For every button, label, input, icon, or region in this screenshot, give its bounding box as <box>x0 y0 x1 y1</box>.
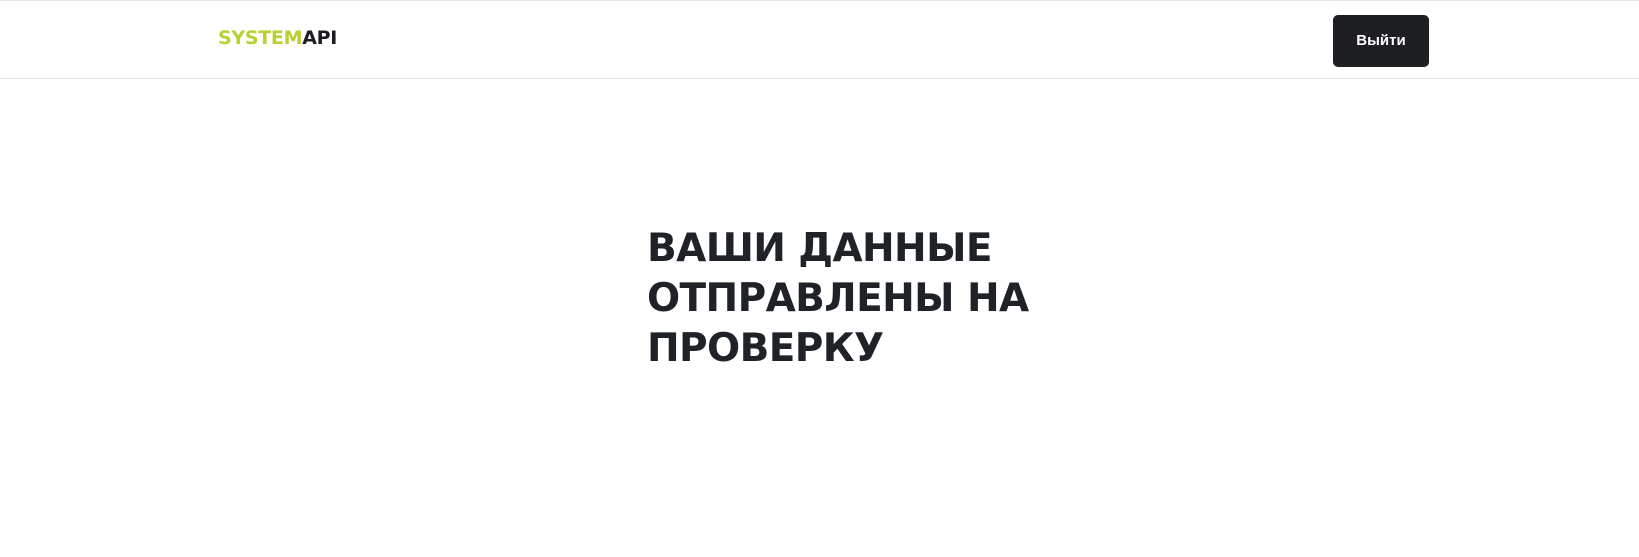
page-title: ВАШИ ДАННЫЕ ОТПРАВЛЕНЫ НА ПРОВЕРКУ <box>647 224 1047 374</box>
logout-button[interactable]: Выйти <box>1333 15 1429 67</box>
page-title-line-2: ОТПРАВЛЕНЫ НА <box>647 276 1029 321</box>
site-header: SYSTEMAPI Выйти <box>0 1 1639 79</box>
logo[interactable]: SYSTEMAPI <box>218 26 337 50</box>
logo-dark-text: API <box>302 27 337 49</box>
page-title-line-3: ПРОВЕРКУ <box>647 326 884 371</box>
page-title-line-1: ВАШИ ДАННЫЕ <box>647 226 993 271</box>
logo-accent-text: SYSTEM <box>218 27 303 49</box>
